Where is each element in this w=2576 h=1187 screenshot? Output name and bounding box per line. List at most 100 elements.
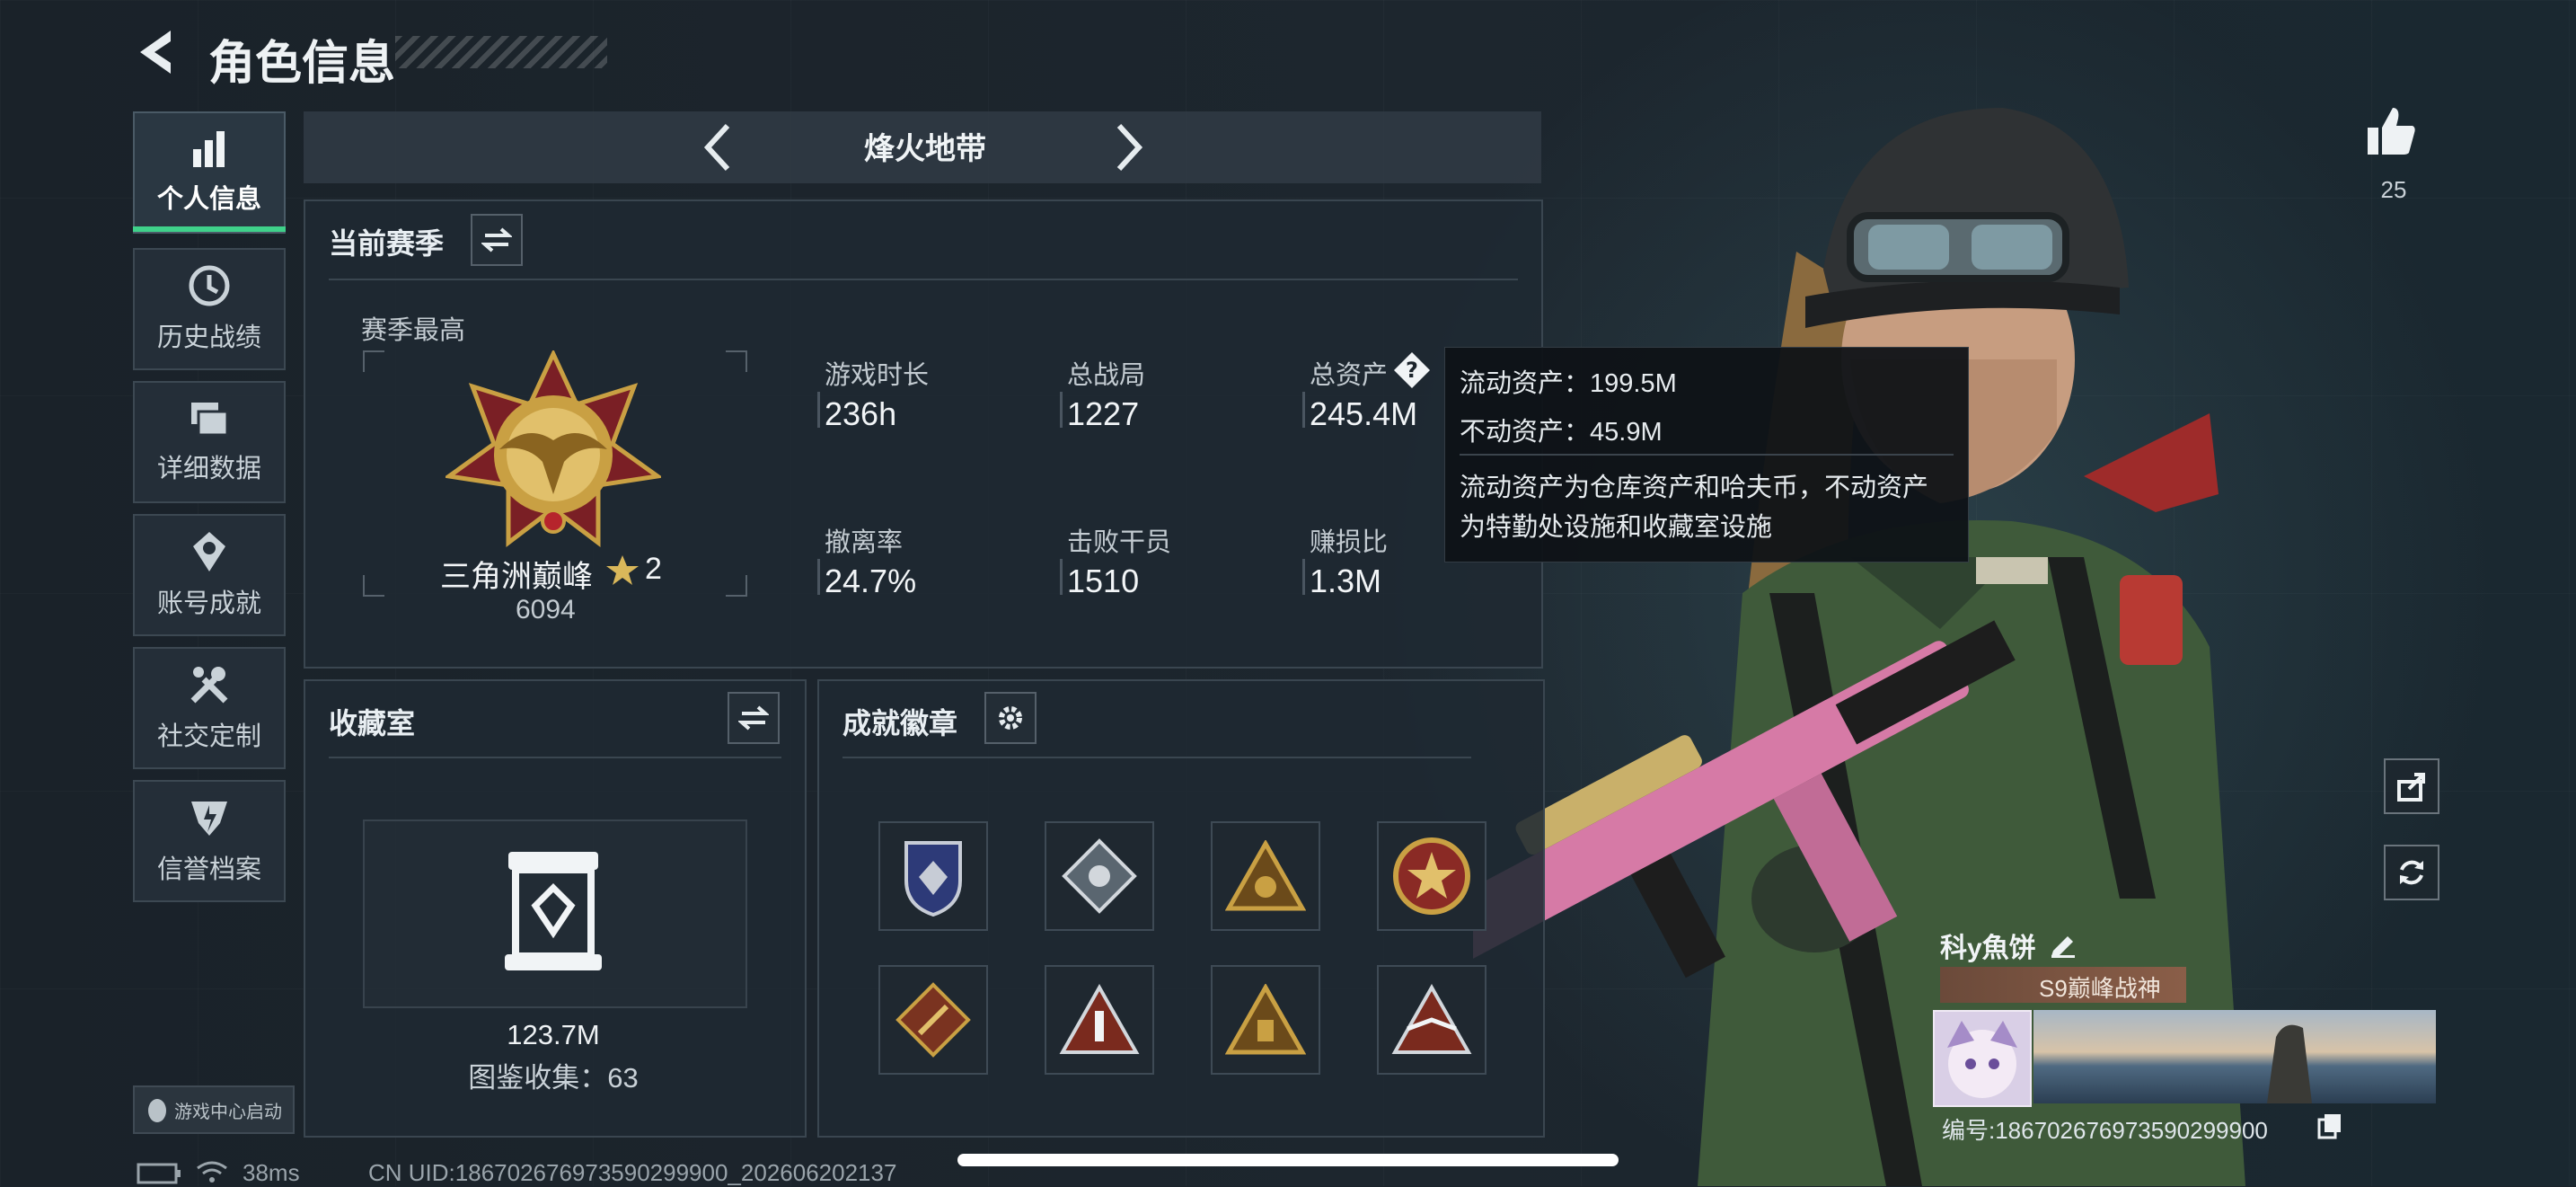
stat-bar <box>1302 559 1305 595</box>
nav-social-custom[interactable]: 社交定制 <box>133 647 286 769</box>
stat-label-playtime: 游戏时长 <box>825 361 930 390</box>
ping-indicator: 38ms <box>243 1159 300 1186</box>
season-switch-button[interactable] <box>471 214 523 266</box>
frame-corner <box>363 350 384 372</box>
home-indicator[interactable] <box>957 1154 1619 1166</box>
uid-text: CN UID:18670267697359029990​0_20260620​2… <box>368 1159 897 1186</box>
rank-stars: 2 <box>645 552 662 586</box>
achievement-badge[interactable] <box>878 821 988 931</box>
stat-value-total-assets: 245.4M <box>1310 395 1418 432</box>
achievement-badge[interactable] <box>1377 821 1486 931</box>
achievement-badge[interactable] <box>1045 965 1154 1075</box>
history-clock-icon <box>189 265 230 306</box>
triangle-rocket-badge-icon <box>1059 984 1140 1054</box>
nav-label: 历史战绩 <box>156 323 261 352</box>
swap-arrows-icon <box>738 705 769 731</box>
nav-credit-record[interactable]: 信誉档案 <box>133 780 286 902</box>
thumbs-up-icon <box>2368 108 2415 155</box>
achievements-title: 成就徽章 <box>842 707 958 740</box>
stat-value-extract-rate: 24.7% <box>825 562 917 599</box>
player-banner-image <box>2033 1010 2436 1103</box>
achievements-divider <box>842 757 1471 758</box>
nav-match-history[interactable]: 历史战绩 <box>133 248 286 370</box>
stat-value-playtime: 236h <box>825 395 897 432</box>
like-button[interactable] <box>2364 104 2418 158</box>
rank-emblem-icon <box>446 350 661 548</box>
launch-label: 游戏中心启动 <box>174 1102 282 1122</box>
refresh-button[interactable] <box>2384 845 2439 900</box>
stat-label-total-assets: 总资产 <box>1310 361 1389 390</box>
achievement-medal-icon <box>193 532 225 571</box>
svg-text:?: ? <box>1406 358 1418 383</box>
achievement-badge[interactable] <box>1211 965 1320 1075</box>
player-title-text: S9巅峰战神 <box>2039 975 2161 1002</box>
copy-id-button[interactable] <box>2317 1112 2342 1139</box>
mode-next-button[interactable] <box>1110 120 1146 174</box>
penguin-icon <box>148 1099 166 1122</box>
tooltip-fixed-assets: 不动资产：45.9M <box>1460 418 1663 447</box>
nav-detailed-data[interactable]: 详细数据 <box>133 381 286 503</box>
wifi-icon <box>197 1161 227 1183</box>
stat-value-total-matches: 1227 <box>1067 395 1140 432</box>
pencil-icon <box>2051 936 2075 958</box>
page-title: 角色信息 <box>208 38 396 90</box>
avatar-image <box>1947 1021 2017 1098</box>
achievement-badge[interactable] <box>1377 965 1486 1075</box>
assets-tooltip: 流动资产：199.5M 不动资产：45.9M 流动资产为仓库资产和哈夫币，不动资… <box>1444 347 1969 562</box>
triangle-bronze-badge-icon <box>1225 984 1306 1055</box>
credit-shield-icon <box>191 802 227 836</box>
display-case-icon <box>505 852 602 970</box>
back-arrow-icon <box>140 31 171 74</box>
shield-badge-icon <box>904 841 962 917</box>
stat-label-profit-loss: 赚损比 <box>1310 528 1389 557</box>
nav-personal-info[interactable]: 个人信息 <box>133 111 286 234</box>
collection-switch-button[interactable] <box>728 692 780 744</box>
frame-corner <box>726 575 747 597</box>
share-button[interactable] <box>2384 758 2439 814</box>
achievement-badge[interactable] <box>1045 821 1154 931</box>
stat-bar <box>1060 392 1063 428</box>
data-folder-icon <box>191 403 229 437</box>
season-best-label: 赛季最高 <box>361 316 466 345</box>
tooltip-divider <box>1460 454 1954 456</box>
star-medal-badge-icon <box>1393 837 1470 915</box>
collection-catalog: 图鉴收集：63 <box>468 1062 639 1094</box>
nav-label: 详细数据 <box>156 455 261 483</box>
nav-achievements[interactable]: 账号成就 <box>133 514 286 636</box>
chevron-left-icon <box>703 123 730 172</box>
nav-label: 账号成就 <box>156 589 261 618</box>
banner-figure <box>2267 1024 2312 1103</box>
assets-help-button[interactable]: ? <box>1392 350 1432 390</box>
stat-bar <box>1060 559 1063 595</box>
edit-name-button[interactable] <box>2048 927 2078 958</box>
stat-bar <box>817 392 820 428</box>
stat-bar <box>1302 392 1305 428</box>
tools-icon <box>190 667 228 704</box>
game-center-launch-button[interactable]: 游戏中心启动 <box>133 1085 295 1134</box>
swap-arrows-icon <box>481 227 512 252</box>
collection-title: 收藏室 <box>329 707 416 740</box>
bar-chart-icon <box>193 131 225 167</box>
player-avatar[interactable] <box>1933 1010 2032 1107</box>
achievement-badge[interactable] <box>878 965 988 1075</box>
mode-title: 烽火地带 <box>864 132 986 166</box>
rank-score: 6094 <box>516 595 576 625</box>
refresh-icon <box>2400 860 2423 885</box>
achievements-settings-button[interactable] <box>984 692 1037 744</box>
mode-prev-button[interactable] <box>701 120 737 174</box>
gear-icon <box>999 706 1022 730</box>
share-icon <box>2397 773 2425 802</box>
achievement-badge[interactable] <box>1211 821 1320 931</box>
back-button[interactable] <box>135 27 180 77</box>
stat-label-extract-rate: 撤离率 <box>825 528 904 557</box>
star-icon <box>606 555 639 585</box>
season-divider <box>329 279 1518 280</box>
collection-divider <box>329 757 781 758</box>
like-count: 25 <box>2380 176 2407 203</box>
stat-label-operators-defeated: 击败干员 <box>1067 528 1172 557</box>
nav-label: 个人信息 <box>156 185 261 214</box>
tooltip-desc-line2: 为特勤处设施和收藏室设施 <box>1460 513 1773 542</box>
tooltip-desc-line1: 流动资产为仓库资产和哈夫币，不动资产 <box>1460 474 1929 502</box>
season-title: 当前赛季 <box>329 227 445 260</box>
nav-label: 信誉档案 <box>156 855 261 884</box>
